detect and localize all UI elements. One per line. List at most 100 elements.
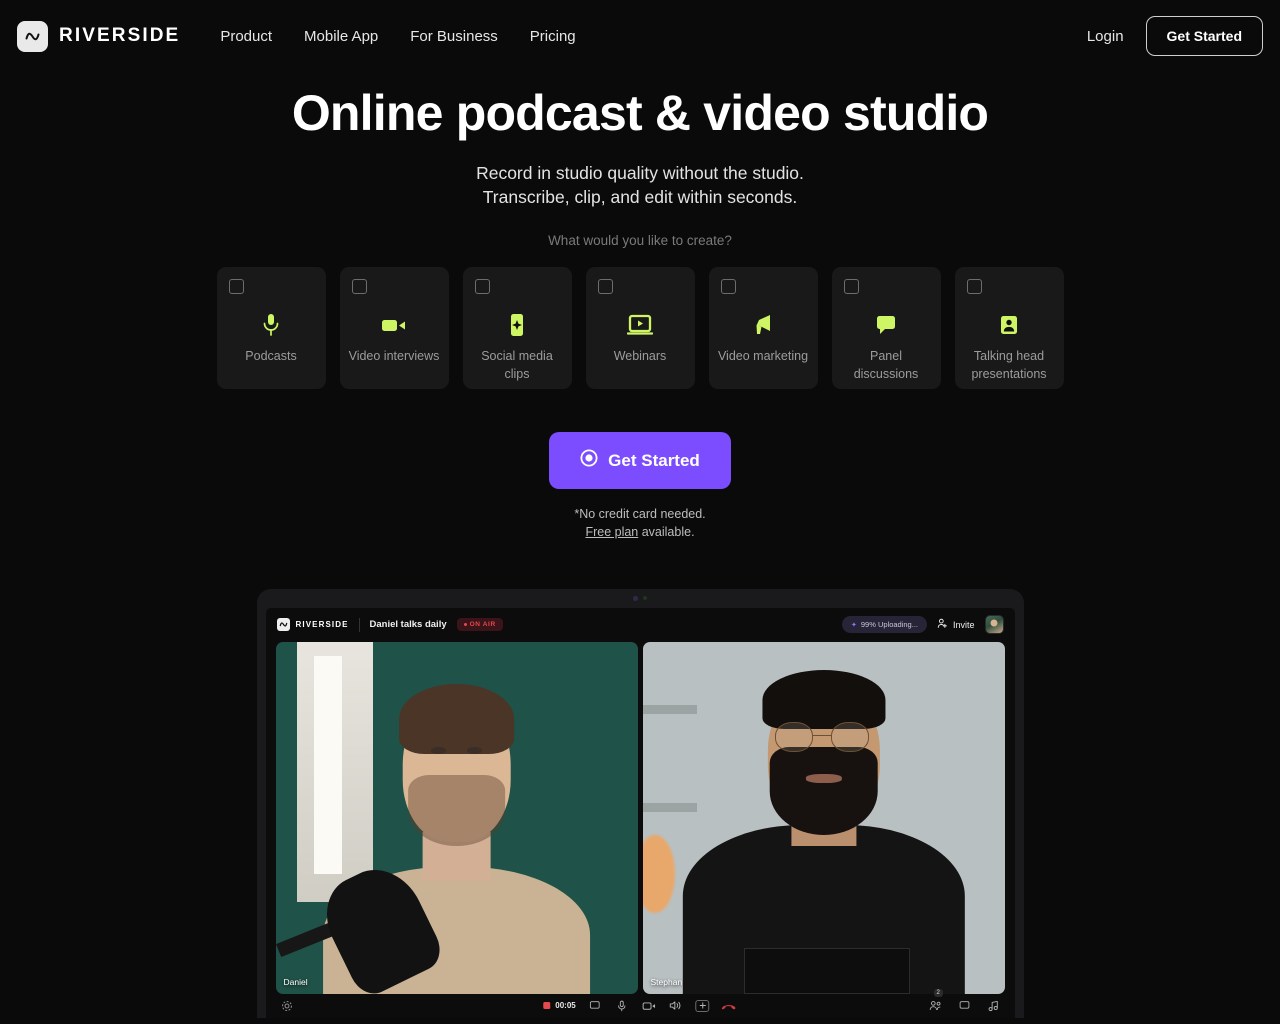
checkbox-webinars[interactable] [597, 279, 613, 295]
brand-logo[interactable]: RIVERSIDE [17, 20, 181, 52]
category-label: Video interviews [348, 349, 440, 364]
participants-icon[interactable]: 2 [928, 989, 943, 1013]
laptop-camera-notch [633, 595, 647, 601]
end-call-icon[interactable] [722, 998, 737, 1013]
hero-subtitle: Record in studio quality without the stu… [0, 162, 1280, 209]
participant-name-label: Stephan [650, 976, 683, 987]
session-title: Daniel talks daily [369, 619, 447, 630]
camera-toggle-icon[interactable] [642, 998, 657, 1013]
invite-label: Invite [952, 619, 975, 630]
video-camera-icon [381, 312, 407, 338]
product-mockup: RIVERSIDE Daniel talks daily ON AIR ✦ 99… [0, 588, 1280, 1018]
free-plan-link[interactable]: Free plan [585, 525, 638, 539]
upload-status-badge: ✦ 99% Uploading... [841, 616, 927, 633]
nav-item-product[interactable]: Product [220, 28, 272, 45]
app-top-bar-actions: ✦ 99% Uploading... Invite [841, 615, 1004, 634]
cta-button-label: Get Started [608, 450, 700, 470]
upload-status-label: 99% Uploading... [860, 620, 918, 629]
checkbox-talking-head-presentations[interactable] [966, 279, 982, 295]
participant-eye-left [431, 747, 446, 754]
recording-timer: 00:05 [543, 1001, 576, 1010]
category-card-panel-discussions[interactable]: Panel discussions [831, 267, 941, 390]
microphone-toggle-icon[interactable] [615, 998, 630, 1013]
person-card-icon [999, 312, 1019, 338]
participant-beard [769, 747, 878, 836]
checkbox-panel-discussions[interactable] [843, 279, 859, 295]
user-avatar[interactable] [984, 615, 1004, 634]
checkbox-social-media-clips[interactable] [474, 279, 490, 295]
app-control-bar-left [280, 998, 295, 1013]
checkbox-video-interviews[interactable] [351, 279, 367, 295]
brand-wordmark: RIVERSIDE [59, 25, 181, 46]
checkbox-video-marketing[interactable] [720, 279, 736, 295]
background-window-pane [313, 655, 343, 874]
hero-subtitle-line-1: Record in studio quality without the stu… [476, 163, 804, 183]
get-started-cta-button[interactable]: Get Started [549, 432, 731, 490]
app-control-bar-right: 2 [928, 989, 1001, 1013]
nav-item-pricing[interactable]: Pricing [530, 28, 576, 45]
header-get-started-button[interactable]: Get Started [1145, 16, 1263, 56]
app-brand-logo: RIVERSIDE [276, 618, 349, 631]
add-media-icon[interactable] [695, 999, 710, 1012]
cta-note-tail: available. [638, 525, 695, 540]
microphone-icon [261, 312, 281, 338]
timer-label: 00:05 [555, 1001, 576, 1010]
chat-bubble-icon[interactable] [588, 998, 603, 1013]
settings-gear-icon[interactable] [280, 998, 295, 1013]
chat-panel-icon[interactable] [957, 998, 972, 1013]
eyeglass-bridge [812, 734, 831, 737]
participant-name-label: Daniel [283, 976, 308, 987]
music-note-icon[interactable] [986, 998, 1001, 1013]
category-card-video-interviews[interactable]: Video interviews [339, 267, 449, 390]
hero-subtitle-line-2: Transcribe, clip, and edit within second… [482, 186, 798, 207]
upload-spark-icon: ✦ [850, 621, 857, 629]
record-circle-icon [580, 449, 598, 472]
app-control-bar: 00:05 2 [266, 989, 1015, 1018]
invite-button[interactable]: Invite [937, 618, 975, 631]
cta-note-line-1: *No credit card needed. [574, 507, 706, 522]
add-person-icon [937, 618, 948, 631]
riverside-wave-icon [17, 20, 48, 52]
create-prompt: What would you like to create? [548, 233, 732, 249]
main-nav: Product Mobile App For Business Pricing [220, 28, 575, 45]
laptop-frame: RIVERSIDE Daniel talks daily ON AIR ✦ 99… [256, 588, 1024, 1018]
category-card-webinars[interactable]: Webinars [585, 267, 695, 390]
category-label: Panel discussions [853, 349, 919, 382]
category-card-social-media-clips[interactable]: Social media clips [462, 267, 572, 390]
login-link[interactable]: Login [1087, 28, 1124, 45]
participant-mouth [805, 773, 842, 783]
eyeglass-lens-right [830, 722, 869, 753]
nav-item-for-business[interactable]: For Business [410, 28, 498, 45]
sparkle-clip-icon [508, 312, 526, 338]
category-card-video-marketing[interactable]: Video marketing [708, 267, 818, 390]
nav-item-mobile-app[interactable]: Mobile App [304, 28, 378, 45]
cta-note: *No credit card needed. Free plan availa… [0, 505, 1280, 541]
app-top-bar: RIVERSIDE Daniel talks daily ON AIR ✦ 99… [266, 608, 1015, 642]
background-lamp [642, 835, 676, 913]
app-riverside-wave-icon [276, 618, 290, 631]
category-label: Social media clips [481, 349, 553, 382]
category-label: Video marketing [717, 349, 809, 364]
video-tile-stephan[interactable]: Stephan [642, 641, 1005, 994]
participant-beard [407, 775, 506, 846]
camera-lens-icon [633, 595, 638, 601]
recording-dot-icon [543, 1002, 551, 1009]
background-shelf-lower [642, 803, 697, 813]
category-card-podcasts[interactable]: Podcasts [216, 267, 326, 390]
megaphone-icon [751, 312, 775, 338]
category-label: Talking head presentations [971, 349, 1047, 382]
cta-note-line-2: Free plan available. [0, 523, 1280, 541]
speaker-volume-icon[interactable] [669, 998, 684, 1013]
category-card-talking-head-presentations[interactable]: Talking head presentations [954, 267, 1064, 390]
category-label: Webinars [613, 349, 667, 364]
category-label: Podcasts [245, 349, 297, 364]
app-divider [358, 617, 360, 632]
on-air-badge: ON AIR [456, 618, 503, 631]
video-tile-daniel[interactable]: Daniel [275, 641, 638, 994]
category-card-list: Podcasts Video interviews Social media c… [0, 267, 1280, 390]
camera-led-icon [643, 596, 647, 600]
checkbox-podcasts[interactable] [228, 279, 244, 295]
participant-eye-right [467, 747, 482, 754]
hero-section: Online podcast & video studio Record in … [0, 72, 1280, 248]
page-title: Online podcast & video studio [291, 85, 989, 141]
